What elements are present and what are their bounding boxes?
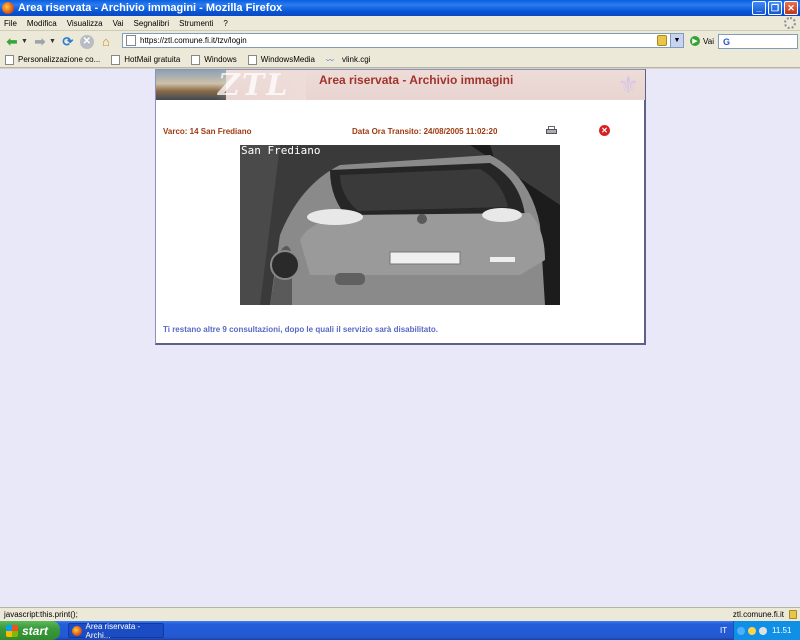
system-tray: 11.51 [733,621,800,640]
print-icon[interactable] [546,126,557,136]
window-title: Area riservata - Archivio immagini - Moz… [18,2,283,14]
url-bar[interactable]: https://ztl.comune.fi.it/tzv/login ▼ [122,33,684,48]
language-indicator[interactable]: IT [720,626,727,635]
page-icon [126,35,136,46]
remaining-queries-notice: Ti restano altre 9 consultazioni, dopo l… [163,325,439,334]
start-button[interactable]: start [0,621,60,640]
bookmark-windowsmedia[interactable]: WindowsMedia [247,54,315,65]
menu-bar: File Modifica Visualizza Vai Segnalibri … [0,16,800,31]
bookmark-label: WindowsMedia [260,55,315,64]
start-label: start [22,623,49,638]
bookmarks-toolbar: Personalizzazione co... HotMail gratuita… [0,52,800,68]
status-domain: ztl.comune.fi.it [732,610,784,619]
bookmark-hotmail[interactable]: HotMail gratuita [111,54,181,65]
bookmark-label: Personalizzazione co... [18,55,101,64]
firefox-icon [72,625,82,636]
page-icon [247,54,257,65]
header-banner: ZTL Area riservata - Archivio immagini ⚜ [156,70,645,100]
printer-body [546,129,557,134]
car-photo [240,145,560,305]
security-icon[interactable] [759,626,767,635]
status-bar: javascript:this.print(); ztl.comune.fi.i… [0,607,800,621]
camera-location-label: San Frediano [241,145,321,157]
navigation-toolbar: ⬅ ▼ ➡ ▼ ⟳ ✕ ⌂ https://ztl.comune.fi.it/t… [0,31,800,52]
fleur-de-lis-icon: ⚜ [617,72,639,99]
go-icon[interactable]: ▶ [690,36,700,46]
camera-image: San Frediano [240,145,560,305]
menu-segnalibri[interactable]: Segnalibri [134,19,170,28]
throbber-icon [784,17,796,29]
forward-dropdown-icon[interactable]: ▼ [49,38,56,45]
google-icon[interactable]: G [721,36,732,47]
firefox-icon [2,2,14,14]
transit-datetime: Data Ora Transito: 24/08/2005 11:02:20 [352,127,498,136]
wave-icon: 〰 [326,55,334,65]
url-dropdown-icon[interactable]: ▼ [670,34,683,47]
url-text[interactable]: https://ztl.comune.fi.it/tzv/login [140,36,247,45]
ztl-logo: ZTL [218,70,290,100]
home-icon[interactable]: ⌂ [98,34,114,50]
back-arrow-icon[interactable]: ⬅ [4,34,20,50]
forward-arrow-icon[interactable]: ➡ [32,34,48,50]
menu-strumenti[interactable]: Strumenti [179,19,213,28]
taskbar: start Area riservata - Archi... IT 11.51 [0,621,800,640]
window-controls: _ ❐ ✕ [752,1,798,15]
page-icon [111,54,121,65]
page-icon [191,54,201,65]
transit-info: Varco: 14 San Frediano Data Ora Transito… [163,125,643,139]
page-icon [5,54,14,65]
bookmark-vlink[interactable]: 〰 vlink.cgi [326,55,370,65]
window-titlebar[interactable]: Area riservata - Archivio immagini - Moz… [0,0,800,16]
back-dropdown-icon[interactable]: ▼ [21,38,28,45]
bookmark-personalizzazione[interactable]: Personalizzazione co... [5,54,101,65]
close-button[interactable]: ✕ [784,1,798,15]
lock-icon[interactable] [789,610,797,619]
stop-icon[interactable]: ✕ [79,34,94,49]
page-viewport: ZTL Area riservata - Archivio immagini ⚜… [0,69,800,607]
menu-file[interactable]: File [4,19,17,28]
reload-icon[interactable]: ⟳ [60,34,76,50]
menu-vai[interactable]: Vai [113,19,124,28]
menu-visualizza[interactable]: Visualizza [67,19,103,28]
lock-icon[interactable] [657,35,667,46]
page-title: Area riservata - Archivio immagini [319,73,514,87]
go-button[interactable]: Vai [703,37,714,46]
bookmark-label: Windows [204,55,237,64]
clock: 11.51 [772,626,792,635]
taskbar-firefox-window[interactable]: Area riservata - Archi... [68,621,164,640]
volume-icon[interactable] [748,626,756,635]
close-icon[interactable]: ✕ [599,125,610,136]
search-input[interactable]: G [718,34,798,49]
task-label: Area riservata - Archi... [85,621,141,640]
menu-help[interactable]: ? [223,19,227,28]
menu-modifica[interactable]: Modifica [27,19,57,28]
status-text: javascript:this.print(); [4,610,78,619]
varco-label: Varco: 14 San Frediano [163,127,252,136]
restore-button[interactable]: ❐ [768,1,782,15]
bookmark-label: HotMail gratuita [124,55,181,64]
archive-panel: ZTL Area riservata - Archivio immagini ⚜… [155,69,646,345]
bookmark-label: vlink.cgi [342,55,371,64]
windows-flag-icon [6,624,18,637]
bookmark-windows[interactable]: Windows [191,54,237,65]
minimize-button[interactable]: _ [752,1,766,15]
network-icon[interactable] [737,626,745,635]
